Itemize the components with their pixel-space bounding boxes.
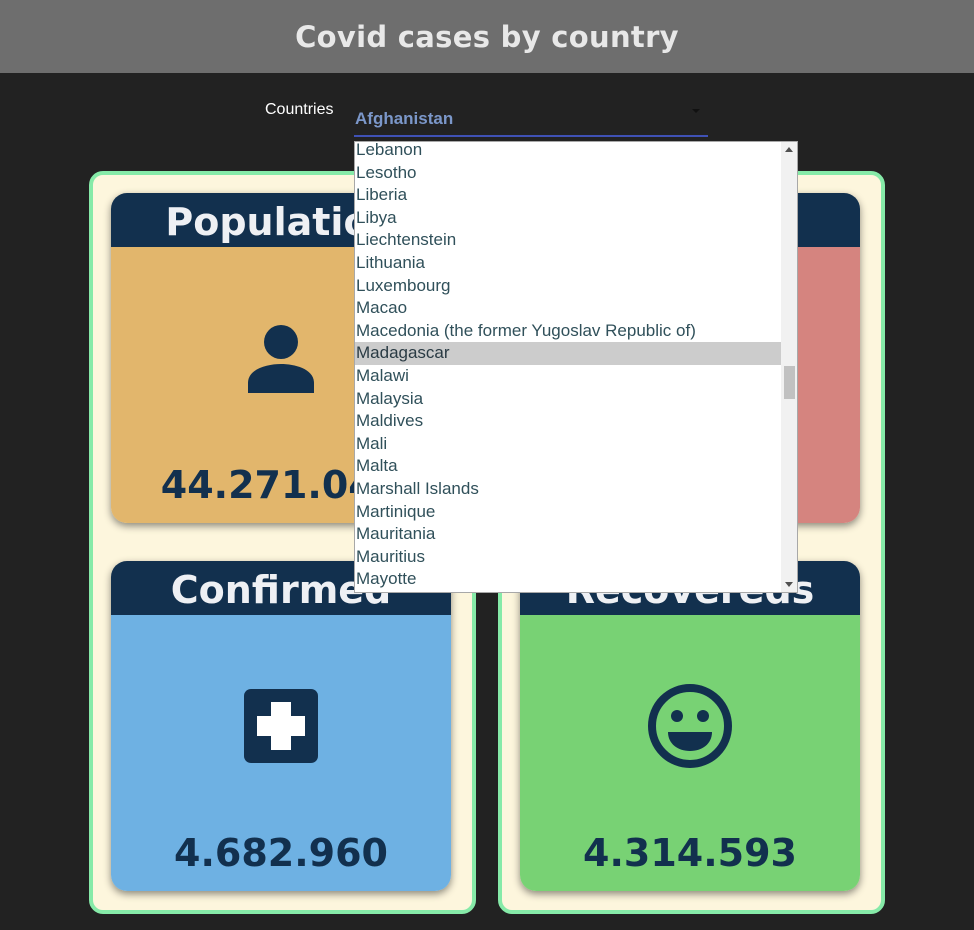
dropdown-option[interactable]: Lebanon — [355, 142, 782, 162]
page-title: Covid cases by country — [295, 19, 679, 54]
countries-select-value: Afghanistan — [355, 109, 454, 128]
countries-select[interactable]: Afghanistan — [354, 100, 708, 137]
smiley-face-icon — [648, 684, 732, 768]
dropdown-option[interactable]: Marshall Islands — [355, 478, 782, 501]
countries-options: Lebanon Lesotho Liberia Libya Liechtenstein L… — [355, 142, 782, 591]
recovered-card: Recovereds 4.314.593 — [520, 561, 860, 891]
dropdown-option[interactable]: Lesotho — [355, 162, 782, 185]
dropdown-scrollbar[interactable] — [781, 142, 797, 592]
dropdown-option[interactable]: Mayotte — [355, 568, 782, 591]
dropdown-option[interactable]: Liechtenstein — [355, 229, 782, 252]
dropdown-option[interactable]: Mali — [355, 433, 782, 456]
app-header: Covid cases by country — [0, 0, 974, 73]
scrollbar-thumb[interactable] — [784, 366, 795, 399]
dropdown-option[interactable]: Malawi — [355, 365, 782, 388]
dropdown-option[interactable]: Lithuania — [355, 252, 782, 275]
confirmed-value: 4.682.960 — [174, 831, 388, 875]
dropdown-option[interactable]: Malta — [355, 455, 782, 478]
dropdown-option[interactable]: Malaysia — [355, 388, 782, 411]
dropdown-option[interactable]: Libya — [355, 207, 782, 230]
scroll-up-arrow-icon[interactable] — [785, 147, 793, 152]
dropdown-option[interactable]: Luxembourg — [355, 275, 782, 298]
dropdown-option[interactable]: Maldives — [355, 410, 782, 433]
recovered-value: 4.314.593 — [583, 831, 797, 875]
dropdown-option[interactable]: Mauritania — [355, 523, 782, 546]
person-icon — [248, 325, 314, 393]
confirmed-card: Confirmed 4.682.960 — [111, 561, 451, 891]
dropdown-arrow-icon[interactable] — [692, 109, 700, 113]
dropdown-option[interactable]: Liberia — [355, 184, 782, 207]
dropdown-option[interactable]: Macao — [355, 297, 782, 320]
scroll-down-arrow-icon[interactable] — [785, 582, 793, 587]
countries-dropdown-list[interactable]: Lebanon Lesotho Liberia Libya Liechtenstein L… — [354, 141, 798, 593]
dropdown-option[interactable]: Martinique — [355, 501, 782, 524]
dropdown-option[interactable]: Mauritius — [355, 546, 782, 569]
countries-label: Countries — [265, 101, 334, 118]
dropdown-option[interactable]: Macedonia (the former Yugoslav Republic … — [355, 320, 782, 343]
medical-cross-icon — [244, 689, 318, 763]
dropdown-option[interactable]: Madagascar — [355, 342, 782, 365]
